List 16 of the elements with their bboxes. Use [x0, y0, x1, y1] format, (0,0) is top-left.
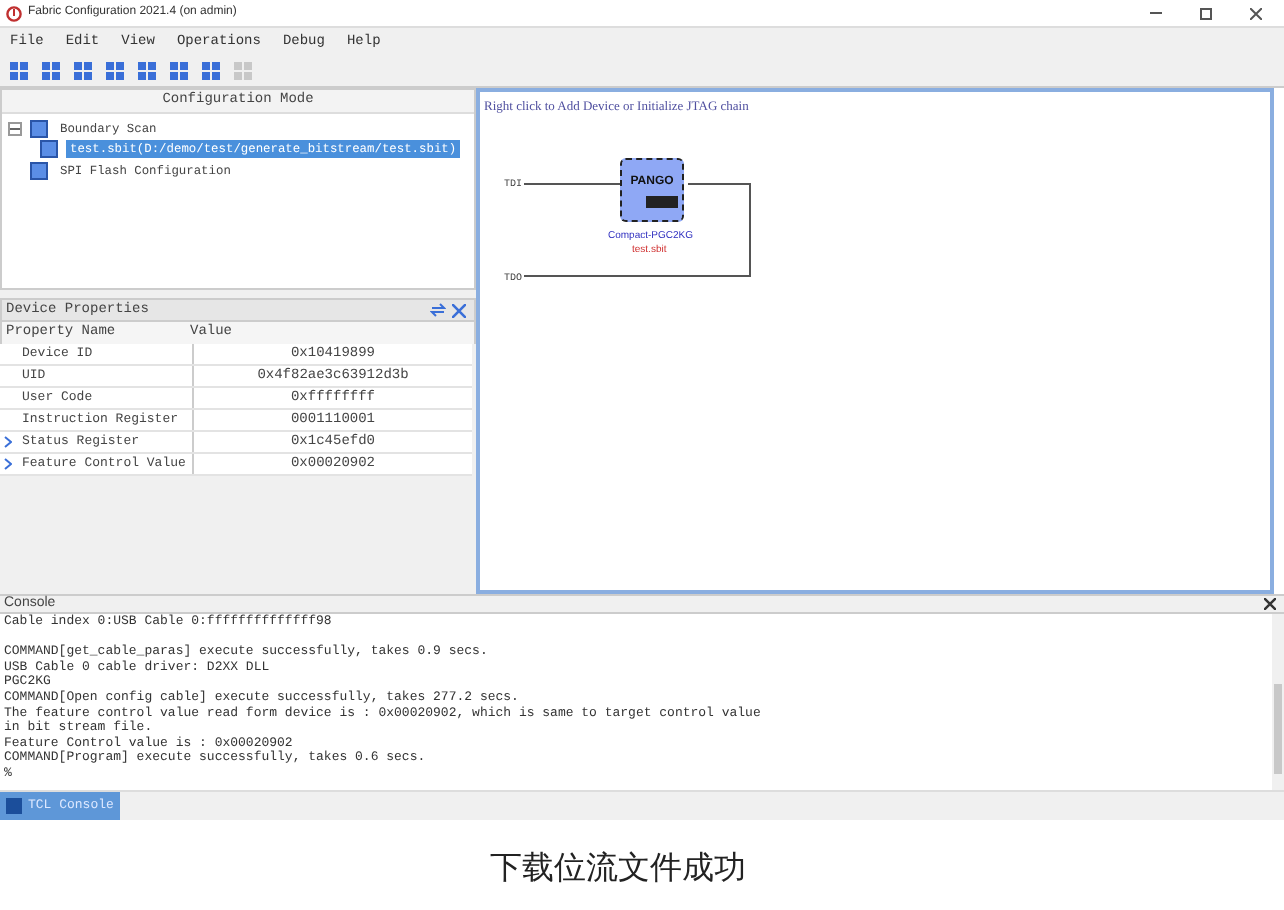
grid-icon[interactable]	[202, 62, 220, 80]
scrollbar-thumb[interactable]	[1274, 684, 1282, 774]
app-logo-icon	[6, 5, 22, 21]
grid-icon[interactable]	[138, 62, 156, 80]
grid-icon[interactable]	[42, 62, 60, 80]
grid-icon[interactable]	[10, 62, 28, 80]
grid-icon[interactable]	[74, 62, 92, 80]
caption: 下载位流文件成功	[490, 845, 746, 889]
expand-toggle-icon[interactable]	[8, 121, 22, 135]
refresh-icon[interactable]	[430, 302, 446, 318]
close-icon[interactable]	[1250, 7, 1262, 19]
chip-logo-icon	[646, 195, 678, 207]
grid-icon[interactable]	[170, 62, 188, 80]
grid-icon[interactable]	[106, 62, 124, 80]
close-icon[interactable]	[1264, 598, 1276, 610]
maximize-icon[interactable]	[1200, 7, 1212, 19]
